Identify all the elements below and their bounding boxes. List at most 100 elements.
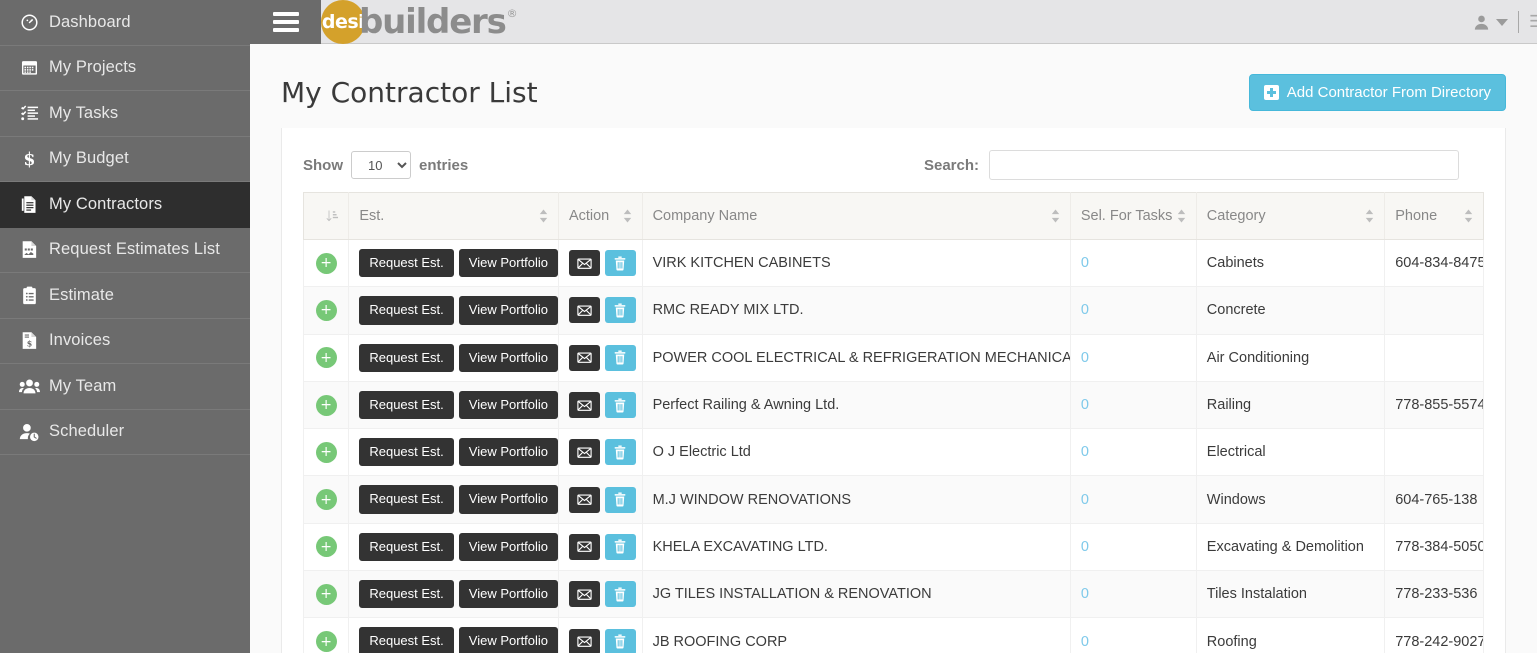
- search-label: Search:: [923, 156, 979, 174]
- dashboard-icon: [11, 13, 47, 32]
- table-header-row: Est. Action Company Name Sel. For Tasks …: [302, 192, 1484, 240]
- col-header-est[interactable]: Est.: [348, 192, 559, 240]
- request-estimate-button[interactable]: Request Est.: [359, 296, 454, 325]
- request-estimate-button[interactable]: Request Est.: [359, 390, 454, 420]
- add-row-button[interactable]: +: [315, 299, 337, 321]
- email-icon[interactable]: [568, 344, 600, 371]
- user-clock-icon: [11, 422, 47, 442]
- cell-action: [558, 523, 643, 572]
- email-icon[interactable]: [568, 250, 600, 277]
- search-input[interactable]: [989, 150, 1459, 180]
- email-icon[interactable]: [568, 297, 600, 324]
- brand-logo[interactable]: desi builders®: [321, 0, 518, 44]
- email-icon[interactable]: [568, 486, 600, 513]
- view-portfolio-button[interactable]: View Portfolio: [458, 249, 558, 278]
- sidebar-item-my-projects[interactable]: My Projects: [0, 46, 250, 91]
- menu-toggle-button[interactable]: [250, 0, 321, 44]
- col-header-phone[interactable]: Phone: [1384, 192, 1484, 240]
- cell-est: Request Est. View Portfolio: [348, 286, 559, 335]
- task-count-link[interactable]: 0: [1081, 444, 1089, 460]
- sort-icon: [1050, 209, 1061, 223]
- cell-est: Request Est. View Portfolio: [348, 239, 559, 288]
- task-count-link[interactable]: 0: [1081, 492, 1089, 508]
- cell-est: Request Est. View Portfolio: [348, 523, 559, 572]
- add-row-button[interactable]: +: [315, 583, 337, 605]
- request-estimate-button[interactable]: Request Est.: [359, 580, 454, 609]
- sidebar-item-request-estimates-list[interactable]: Request Estimates List: [0, 228, 250, 273]
- plus-square-icon: [1263, 84, 1279, 100]
- request-estimate-button[interactable]: Request Est.: [359, 343, 454, 372]
- view-portfolio-button[interactable]: View Portfolio: [458, 627, 558, 653]
- sidebar-item-label: Request Estimates List: [49, 240, 220, 259]
- cell-company-name: M.J WINDOW RENOVATIONS: [642, 475, 1071, 524]
- sidebar-item-dashboard[interactable]: Dashboard: [0, 0, 250, 46]
- view-portfolio-button[interactable]: View Portfolio: [458, 532, 558, 562]
- trash-icon[interactable]: [604, 297, 636, 324]
- trash-icon[interactable]: [604, 581, 636, 608]
- col-header-company-name[interactable]: Company Name: [642, 192, 1071, 240]
- cell-company-name: KHELA EXCAVATING LTD.: [642, 523, 1071, 572]
- view-portfolio-button[interactable]: View Portfolio: [458, 438, 558, 467]
- sidebar-item-estimate[interactable]: Estimate: [0, 273, 250, 319]
- task-count-link[interactable]: 0: [1081, 539, 1089, 555]
- sidebar-item-my-contractors[interactable]: My Contractors: [0, 182, 250, 228]
- add-row-button[interactable]: +: [315, 252, 337, 274]
- trash-icon[interactable]: [604, 486, 636, 513]
- add-row-button[interactable]: +: [315, 347, 337, 369]
- task-count-link[interactable]: 0: [1081, 350, 1089, 366]
- sidebar-item-invoices[interactable]: $ Invoices: [0, 319, 250, 364]
- cell-phone: 778-242-9027: [1384, 617, 1484, 653]
- trash-icon[interactable]: [604, 439, 636, 466]
- view-portfolio-button[interactable]: View Portfolio: [458, 390, 558, 420]
- table-row: + Request Est. View Portfolio O J Electric …: [302, 428, 1484, 477]
- view-portfolio-button[interactable]: View Portfolio: [458, 296, 558, 325]
- task-count-link[interactable]: 0: [1081, 397, 1089, 413]
- user-menu[interactable]: [1462, 0, 1518, 44]
- request-estimate-button[interactable]: Request Est.: [359, 249, 454, 278]
- add-row-button[interactable]: +: [315, 631, 337, 653]
- request-estimate-button[interactable]: Request Est.: [359, 532, 454, 562]
- email-icon[interactable]: [568, 628, 600, 653]
- request-estimate-button[interactable]: Request Est.: [359, 627, 454, 653]
- entries-label: entries: [419, 156, 469, 174]
- email-icon[interactable]: [568, 581, 600, 608]
- cell-select: +: [302, 475, 350, 524]
- add-row-button[interactable]: +: [315, 394, 337, 416]
- cell-company-name: JG TILES INSTALLATION & RENOVATION: [642, 570, 1071, 619]
- add-row-button[interactable]: +: [315, 441, 337, 463]
- trash-icon[interactable]: [604, 250, 636, 277]
- user-icon: [1472, 13, 1491, 32]
- request-estimate-button[interactable]: Request Est.: [359, 485, 454, 514]
- add-row-button[interactable]: +: [315, 536, 337, 558]
- add-contractor-from-directory-button[interactable]: Add Contractor From Directory: [1248, 73, 1506, 111]
- email-icon[interactable]: [568, 439, 600, 466]
- email-icon[interactable]: [568, 533, 600, 560]
- col-header-sel-for-tasks[interactable]: Sel. For Tasks: [1070, 192, 1197, 240]
- sidebar-item-my-budget[interactable]: $ My Budget: [0, 137, 250, 182]
- view-portfolio-button[interactable]: View Portfolio: [458, 485, 558, 514]
- cell-select: +: [302, 523, 350, 572]
- sidebar-item-my-tasks[interactable]: My Tasks: [0, 91, 250, 137]
- task-count-link[interactable]: 0: [1081, 634, 1089, 650]
- trash-icon[interactable]: [604, 344, 636, 371]
- cell-sel-for-tasks: 0: [1070, 381, 1197, 430]
- edge-icon[interactable]: ☰: [1519, 12, 1537, 32]
- view-portfolio-button[interactable]: View Portfolio: [458, 343, 558, 372]
- col-header-action[interactable]: Action: [558, 192, 643, 240]
- trash-icon[interactable]: [604, 533, 636, 560]
- page-length-select[interactable]: 102550100: [351, 151, 411, 179]
- task-count-link[interactable]: 0: [1081, 255, 1089, 271]
- task-count-link[interactable]: 0: [1081, 302, 1089, 318]
- add-row-button[interactable]: +: [315, 489, 337, 511]
- col-header-select[interactable]: [302, 192, 350, 240]
- sidebar-item-my-team[interactable]: My Team: [0, 364, 250, 410]
- view-portfolio-button[interactable]: View Portfolio: [458, 580, 558, 609]
- email-icon[interactable]: [568, 392, 600, 419]
- request-estimate-button[interactable]: Request Est.: [359, 438, 454, 467]
- table-row: + Request Est. View Portfolio JG TILES INST…: [302, 570, 1484, 619]
- trash-icon[interactable]: [604, 392, 636, 419]
- task-count-link[interactable]: 0: [1081, 586, 1089, 602]
- trash-icon[interactable]: [604, 628, 636, 653]
- col-header-category[interactable]: Category: [1196, 192, 1386, 240]
- sidebar-item-scheduler[interactable]: Scheduler: [0, 410, 250, 455]
